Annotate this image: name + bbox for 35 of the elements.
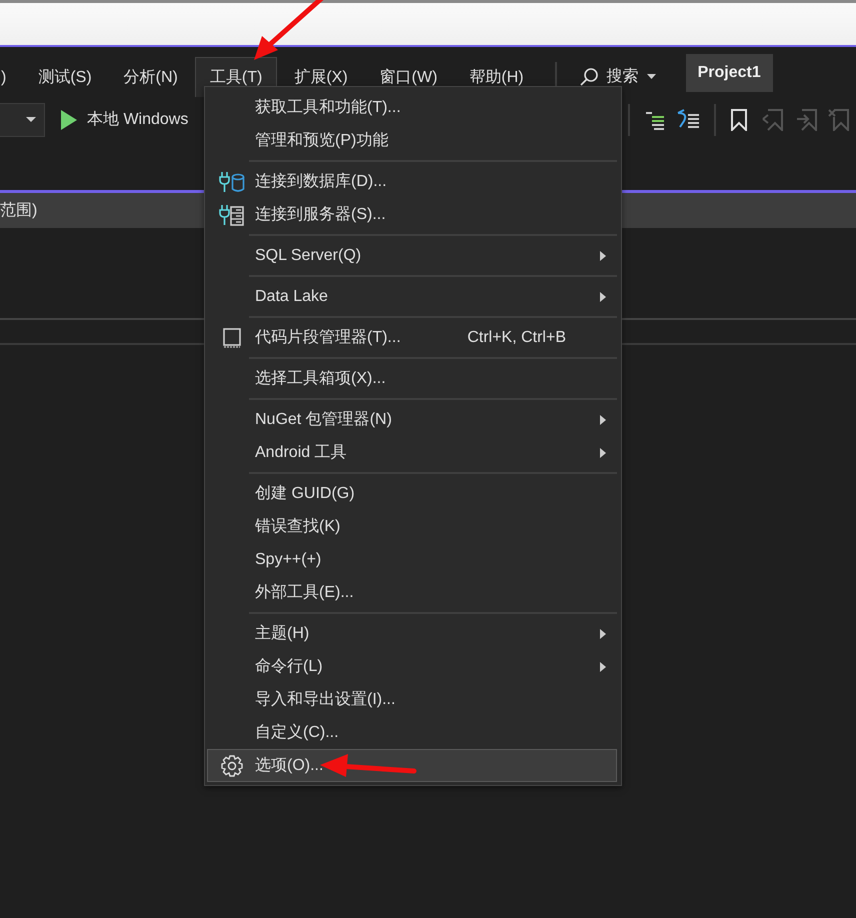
panel-tab[interactable]: 范围) (0, 198, 38, 222)
indent-icon[interactable] (644, 110, 666, 130)
snippet-icon (222, 328, 240, 348)
menu-item[interactable]: SQL Server(Q) (207, 239, 617, 272)
menu-item[interactable]: ) (0, 57, 22, 97)
play-icon (61, 110, 77, 130)
menu-item[interactable]: Spy++(+) (207, 543, 617, 576)
menu-item[interactable]: 外部工具(E)... (207, 576, 617, 609)
menu-item[interactable]: 错误查找(K) (207, 510, 617, 543)
menu-item[interactable]: NuGet 包管理器(N) (207, 403, 617, 436)
caret-icon (26, 117, 36, 123)
menu-item[interactable]: 分析(N) (108, 57, 193, 97)
caret-icon (646, 74, 656, 80)
menu-item[interactable]: 代码片段管理器(T)... Ctrl+K, Ctrl+B (207, 321, 617, 354)
configuration-dropdown[interactable] (0, 103, 45, 137)
menu-item[interactable]: 命令行(L) (207, 650, 617, 683)
menu-item[interactable]: 连接到数据库(D)... (207, 165, 617, 198)
menu-item[interactable]: 自定义(C)... (207, 716, 617, 749)
settings-icon (220, 754, 242, 776)
menu-item[interactable]: 主题(H) (207, 617, 617, 650)
menu-item[interactable]: 创建 GUID(G) (207, 477, 617, 510)
menu-item[interactable]: 管理和预览(P)功能 (207, 124, 617, 157)
database-icon (218, 170, 244, 192)
menu-item[interactable]: Data Lake (207, 280, 617, 313)
search-icon (578, 67, 599, 87)
menu-item[interactable]: 导入和导出设置(I)... (207, 683, 617, 716)
menu-item[interactable]: 选项(O)... (207, 749, 617, 782)
project-name[interactable]: Project1 (686, 54, 773, 92)
menu-item[interactable]: 选择工具箱项(X)... (207, 362, 617, 395)
run-button[interactable]: 本地 Windows (61, 108, 204, 132)
server-icon (218, 204, 244, 226)
menu-item[interactable]: 连接到服务器(S)... (207, 198, 617, 231)
menu-item[interactable]: Android 工具 (207, 436, 617, 469)
undo-indent-icon[interactable] (676, 109, 700, 131)
menu-item[interactable]: 测试(S) (23, 57, 107, 97)
